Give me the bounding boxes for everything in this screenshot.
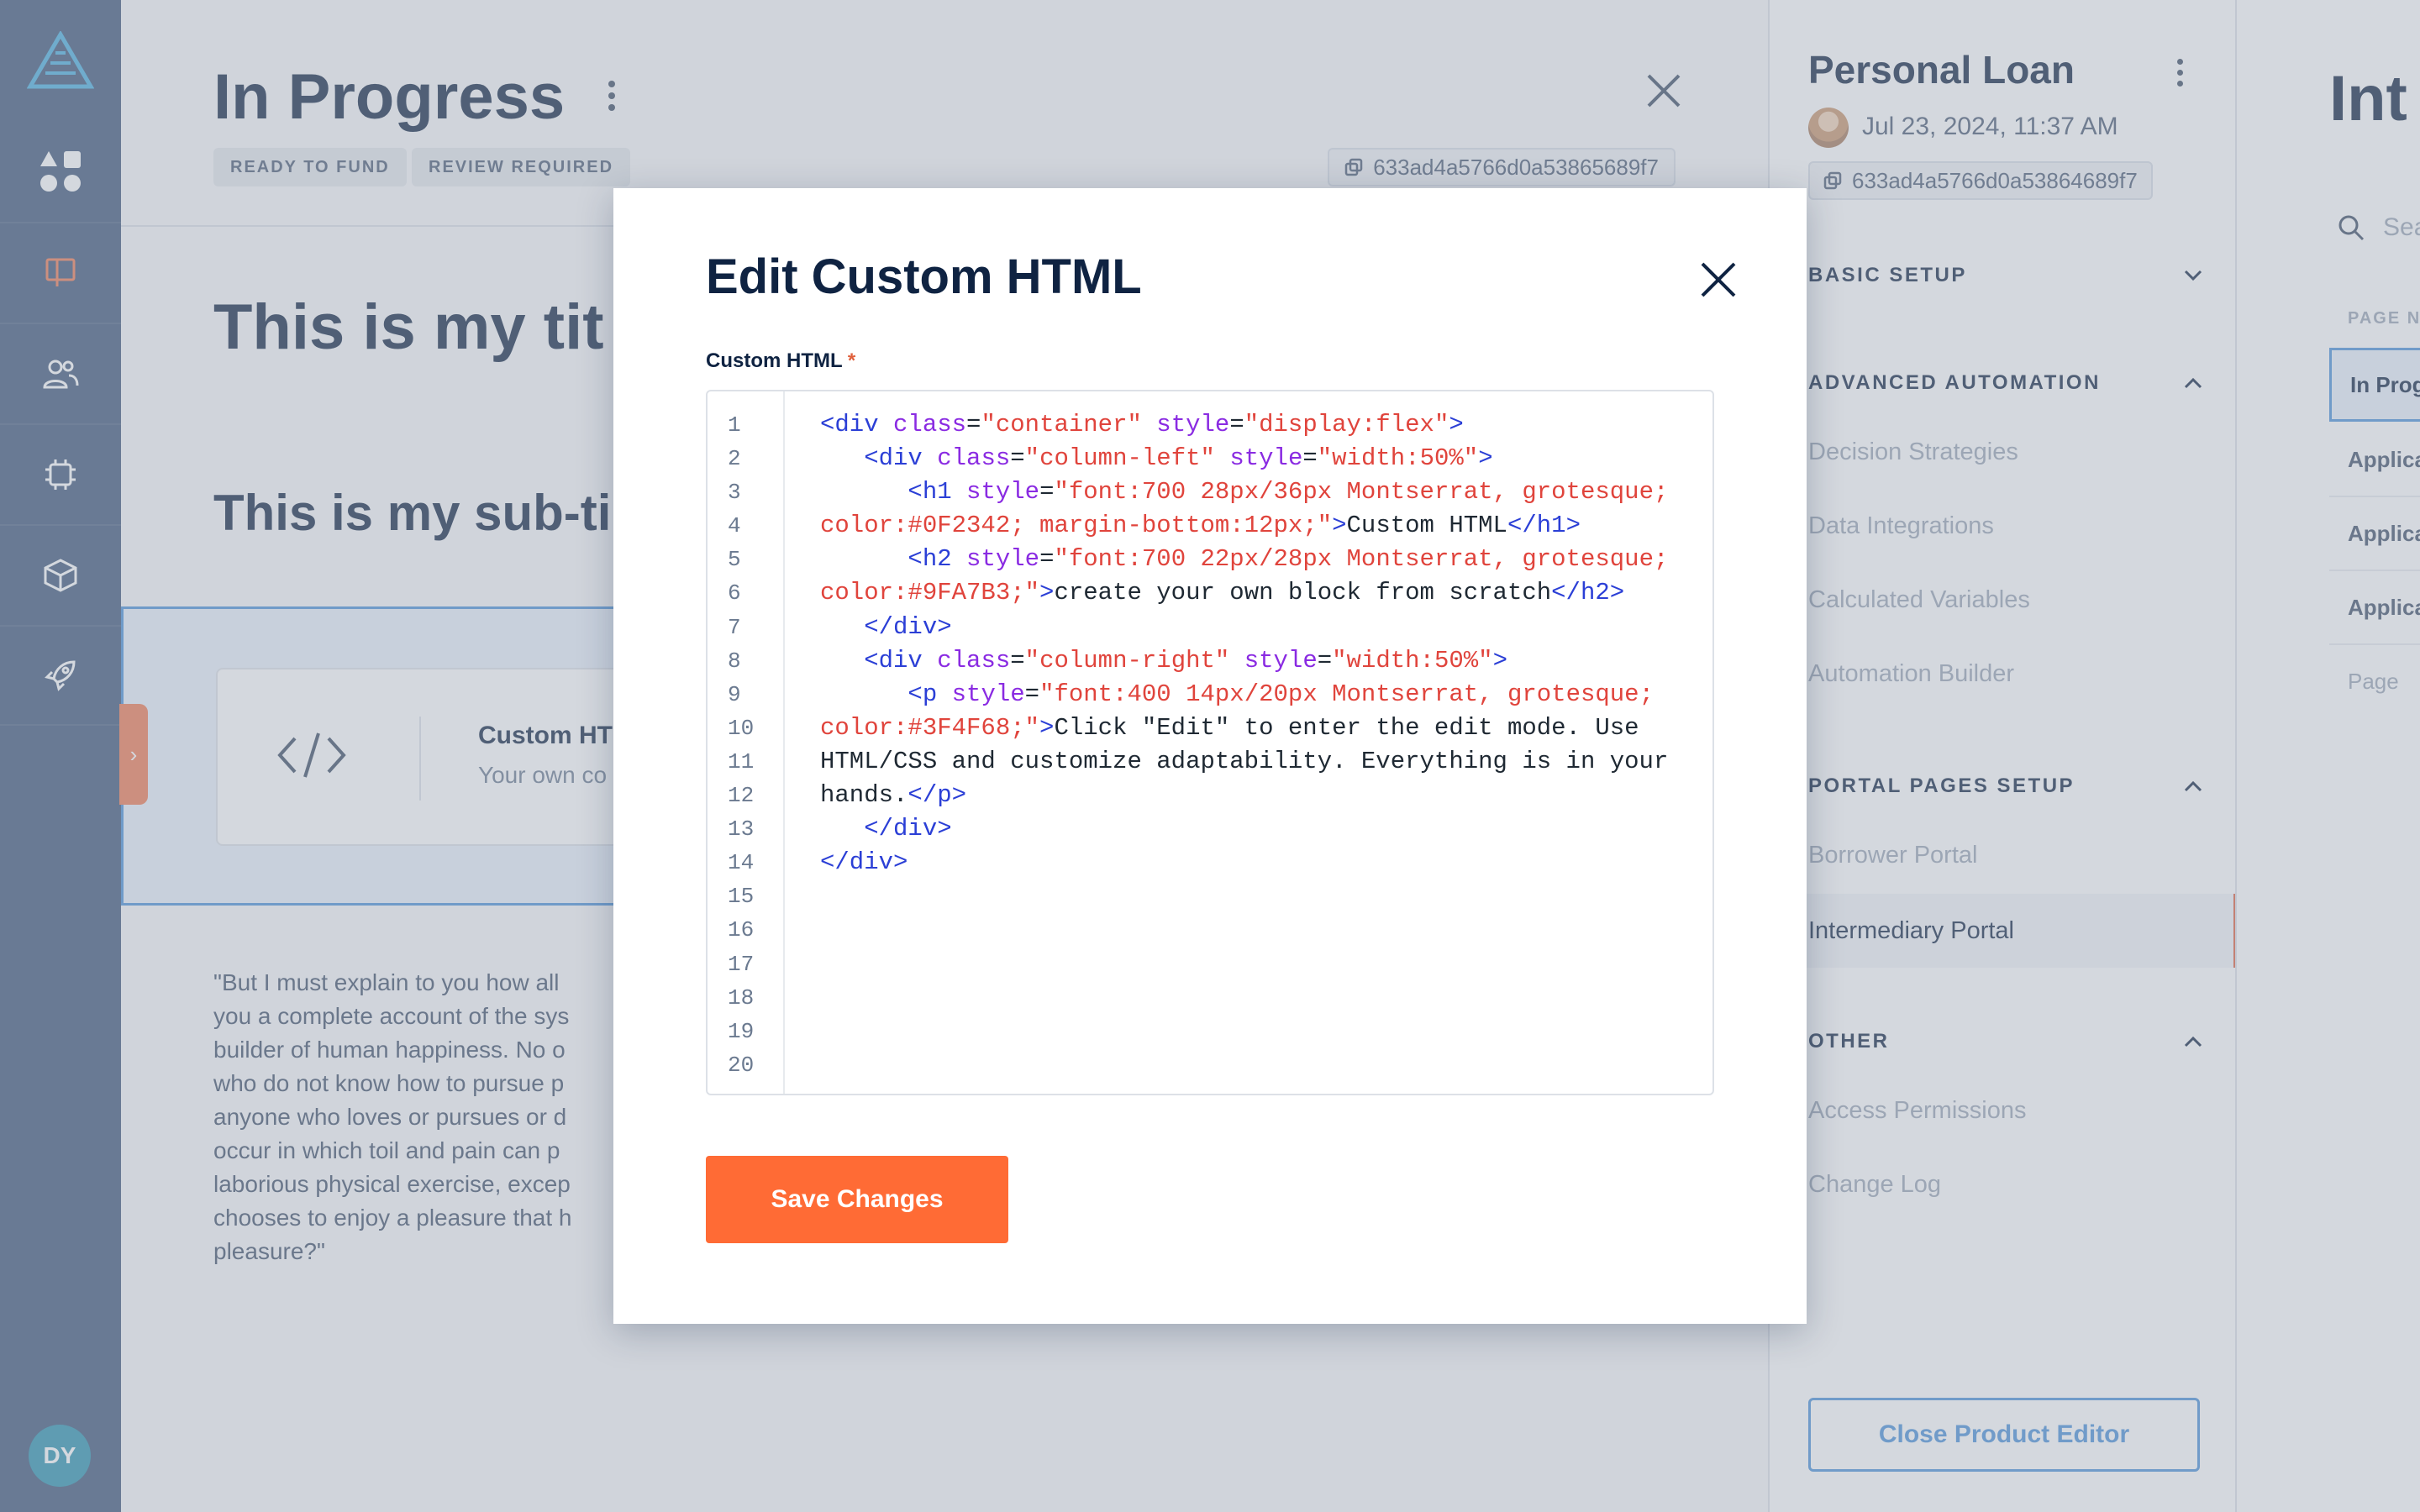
line-number: 5	[728, 547, 741, 573]
code-line: <div class="column-right" style="width:5…	[864, 646, 1507, 675]
code-line: </div>	[864, 815, 952, 843]
code-line: color:#9FA7B3;">create your own block fr…	[820, 579, 1625, 607]
line-number: 6	[728, 580, 741, 606]
field-label-text: Custom HTML	[706, 349, 843, 372]
line-number: 9	[728, 681, 741, 707]
code-line: color:#0F2342; margin-bottom:12px;">Cust…	[820, 512, 1581, 540]
line-number: 10	[728, 715, 755, 741]
close-icon[interactable]	[1697, 259, 1739, 301]
line-number-gutter: 1 2 3 4 5 6 7 8 9 10 11 12 13 14 15 16 17 18 19 20	[708, 391, 785, 1094]
code-line: <div class="container" style="display:fl…	[820, 411, 1464, 438]
save-changes-button[interactable]: Save Changes	[706, 1156, 1008, 1243]
code-line: HTML/CSS and customize adaptability. Eve…	[820, 747, 1669, 775]
code-line: <h2 style="font:700 22px/28px Montserrat…	[908, 545, 1669, 574]
line-number: 13	[728, 816, 755, 843]
line-number: 8	[728, 648, 741, 674]
line-number: 2	[728, 446, 741, 472]
line-number: 11	[728, 748, 755, 774]
line-number: 16	[728, 917, 755, 943]
field-label: Custom HTML *	[706, 349, 855, 373]
line-number: 4	[728, 513, 741, 539]
code-line: </div>	[820, 848, 908, 877]
line-number: 14	[728, 850, 755, 876]
edit-custom-html-modal: Edit Custom HTML Custom HTML * 123456789…	[613, 188, 1807, 1324]
code-line: </div>	[864, 612, 952, 641]
line-number: 3	[728, 480, 741, 506]
line-number: 18	[728, 984, 755, 1011]
line-number: 17	[728, 951, 755, 977]
line-number: 1	[728, 412, 741, 438]
required-mark: *	[847, 349, 856, 372]
line-number: 15	[728, 884, 755, 910]
code-content[interactable]: <div class="container" style="display:fl…	[820, 408, 1702, 1082]
line-number: 19	[728, 1018, 755, 1044]
line-number: 7	[728, 614, 741, 640]
code-line: <p style="font:400 14px/20px Montserrat,…	[908, 680, 1654, 708]
code-line: hands.</p>	[820, 781, 967, 810]
line-number: 12	[728, 783, 755, 809]
code-editor[interactable]: 1 2 3 4 5 6 7 8 9 10 11 12 13 14 15 16 17 18 19 20 <div cla…	[706, 390, 1714, 1095]
code-line: color:#3F4F68;">Click "Edit" to enter th…	[820, 713, 1639, 742]
line-number: 20	[728, 1052, 755, 1078]
code-line: <h1 style="font:700 28px/36px Montserrat…	[908, 478, 1669, 507]
modal-title: Edit Custom HTML	[706, 249, 1142, 304]
code-line: <div class="column-left" style="width:50…	[864, 444, 1493, 473]
